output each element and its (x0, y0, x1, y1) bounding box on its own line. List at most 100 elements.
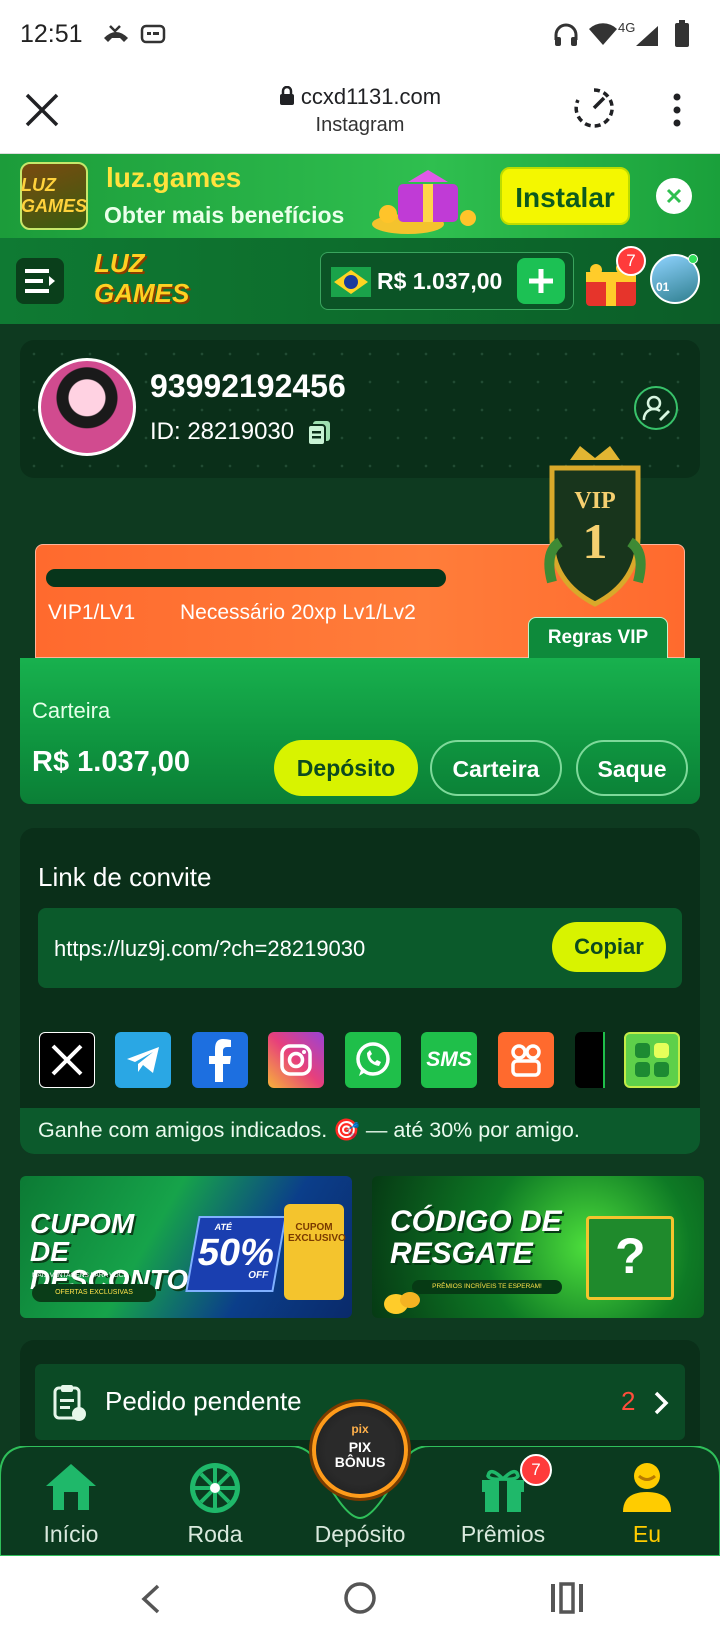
lock-icon (279, 85, 294, 105)
close-banner-button[interactable] (656, 178, 692, 214)
tiktok-icon[interactable] (575, 1032, 605, 1088)
nav-profile[interactable]: Eu (582, 1446, 712, 1556)
copy-id-icon[interactable] (306, 420, 332, 446)
sms-icon[interactable]: SMS (421, 1032, 477, 1088)
vip-shield-level: 1 (582, 513, 608, 569)
coupon-percent: 50% (194, 1232, 278, 1274)
coins-icon (384, 1292, 420, 1314)
nav-deposit[interactable]: pix PIX BÔNUS Depósito (295, 1402, 425, 1556)
profile-username: 93992192456 (150, 368, 346, 404)
close-icon (666, 188, 682, 204)
invite-footer-text: Ganhe com amigos indicados. 🎯 — até 30% … (38, 1118, 580, 1142)
speed-icon[interactable] (572, 86, 616, 130)
coupon-ate: ATÉ (213, 1222, 233, 1232)
chevron-right-icon (654, 1391, 669, 1415)
app-header: LUZ GAMES R$ 1.037,00 7 01 (0, 238, 720, 324)
luz-games-logo[interactable]: LUZ GAMES (94, 248, 214, 314)
kwai-icon[interactable] (498, 1032, 554, 1088)
edit-user-icon (642, 395, 670, 421)
pix-bonus-icon: pix PIX BÔNUS (312, 1402, 408, 1498)
profile-avatar[interactable] (38, 358, 136, 456)
network-type: 4G (618, 20, 636, 35)
install-button[interactable]: Instalar (500, 167, 630, 225)
nav-wheel[interactable]: Roda (150, 1446, 280, 1556)
telegram-icon[interactable] (115, 1032, 171, 1088)
wifi-icon (589, 23, 617, 45)
vip-shield-label: VIP (574, 488, 616, 514)
vip-requirement: Necessário 20xp Lv1/Lv2 (180, 601, 416, 624)
coupon-ticket-text: CUPOM EXCLUSIVO (288, 1222, 346, 1244)
gift-badge: 7 (616, 246, 646, 276)
url-text: ccxd1131.com (300, 84, 442, 109)
sms-label: SMS (426, 1048, 472, 1071)
redeem-title: CÓDIGO DE RESGATE (390, 1205, 562, 1270)
x-icon[interactable] (39, 1032, 95, 1088)
copy-link-button[interactable]: Copiar (552, 922, 666, 972)
coupon-banner[interactable]: CUPOM DE DESCONTO MAIS VANTAGENS PARA VO… (20, 1176, 352, 1318)
gift-chest-icon (372, 170, 476, 234)
app-icon-text: LUZ GAMES (21, 175, 88, 216)
online-dot (688, 254, 698, 264)
vip-level: VIP1/LV1 (48, 601, 136, 624)
order-icon (53, 1385, 86, 1421)
coupon-title: CUPOM DE DESCONTO (30, 1208, 189, 1295)
invite-link-box: https://luz9j.com/?ch=28219030 Copiar (38, 908, 682, 988)
redeem-code-banner[interactable]: CÓDIGO DE RESGATE PRÊMIOS INCRÍVEIS TE E… (372, 1176, 704, 1318)
wheel-icon (190, 1463, 240, 1513)
instagram-icon[interactable] (268, 1032, 324, 1088)
invite-title: Link de convite (38, 862, 212, 892)
status-bar: 12:51 4G (0, 0, 720, 70)
edit-profile-button[interactable] (634, 386, 678, 430)
coupon-small-text: MAIS VANTAGENS PARA VOCÊ (32, 1272, 128, 1279)
menu-button[interactable] (16, 258, 64, 304)
more-menu-icon[interactable] (670, 92, 684, 128)
back-icon[interactable] (138, 1582, 164, 1616)
home-circle-icon[interactable] (342, 1580, 378, 1616)
wallet-button[interactable]: Carteira (430, 740, 562, 796)
header-balance: R$ 1.037,00 (377, 268, 503, 294)
recents-icon[interactable] (550, 1582, 584, 1614)
facebook-icon[interactable] (192, 1032, 248, 1088)
wallet-card: Carteira R$ 1.037,00 Depósito Carteira S… (20, 658, 700, 804)
vip-shield-badge: VIP 1 (540, 442, 650, 610)
nav-home[interactable]: Início (6, 1446, 136, 1556)
menu-icon (25, 269, 55, 293)
banner-subtitle: Obter mais benefícios (104, 202, 345, 228)
nav-deposit-label: Depósito (314, 1521, 406, 1547)
coupon-percent-box: ATÉ 50% OFF (185, 1216, 287, 1292)
home-icon (46, 1464, 96, 1510)
app-icon: LUZ GAMES (20, 162, 88, 230)
nav-wheel-label: Roda (187, 1521, 243, 1547)
invite-footer: Ganhe com amigos indicados. 🎯 — até 30% … (20, 1108, 700, 1154)
add-balance-button[interactable] (517, 258, 565, 304)
plus-icon (529, 269, 553, 293)
battery-icon (675, 20, 689, 47)
invite-card: Link de convite https://luz9j.com/?ch=28… (20, 828, 700, 1154)
gift-chest-button[interactable]: 7 (582, 246, 646, 312)
headphones-icon (554, 23, 578, 46)
wallet-balance: R$ 1.037,00 (32, 746, 191, 778)
invite-link[interactable]: https://luz9j.com/?ch=28219030 (54, 936, 365, 962)
mystery-gift: ? (586, 1216, 674, 1300)
mystery-mark: ? (615, 1228, 646, 1284)
pending-label: Pedido pendente (105, 1386, 302, 1416)
bottom-navigation: Início Roda pix PIX BÔNUS Depósito 7 Prê… (0, 1402, 720, 1556)
nav-profile-label: Eu (632, 1521, 662, 1547)
user-icon (623, 1463, 671, 1512)
pix-label: pix (351, 1422, 369, 1436)
banner-brand: luz.games (106, 162, 242, 193)
vip-progress-bar (46, 569, 446, 587)
withdraw-button[interactable]: Saque (576, 740, 688, 796)
nav-prizes[interactable]: 7 Prêmios (438, 1446, 568, 1556)
nav-home-label: Início (43, 1521, 99, 1547)
redeem-small-text: PRÊMIOS INCRÍVEIS TE ESPERAM! (412, 1280, 562, 1294)
more-apps-icon[interactable] (624, 1032, 680, 1088)
signal-icon (636, 26, 658, 46)
missed-call-icon (104, 25, 128, 42)
wallet-title: Carteira (32, 698, 111, 723)
profile-id: ID: 28219030 (150, 418, 295, 445)
whatsapp-icon[interactable] (345, 1032, 401, 1088)
vip-rules-button[interactable]: Regras VIP (528, 617, 668, 659)
deposit-button[interactable]: Depósito (274, 740, 418, 796)
system-navigation (0, 1556, 720, 1640)
